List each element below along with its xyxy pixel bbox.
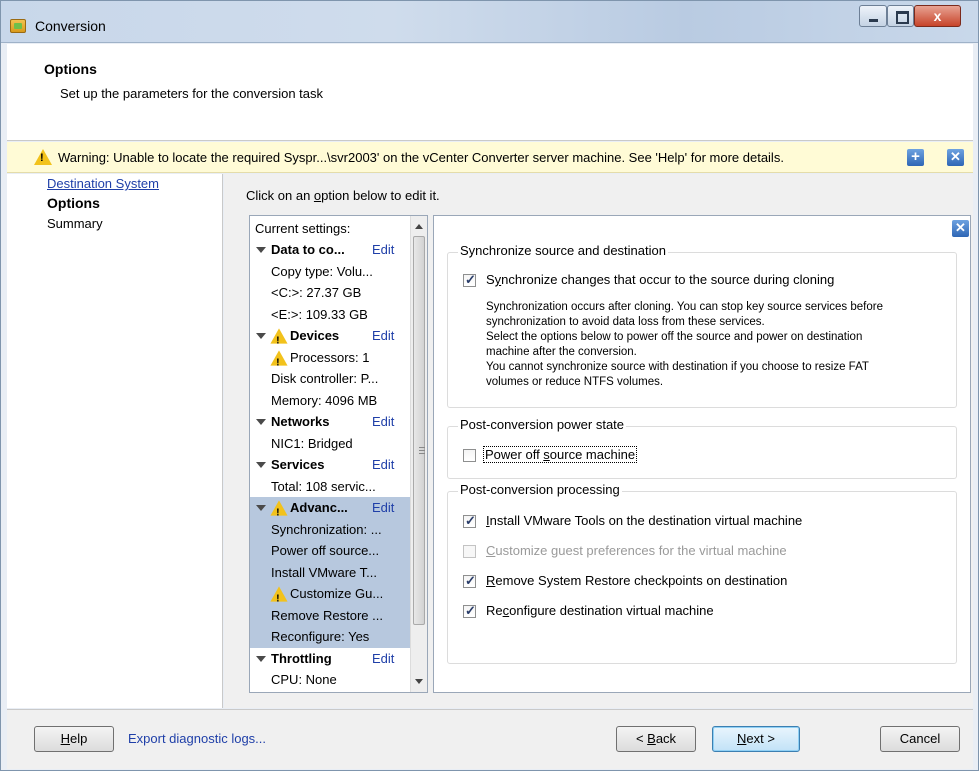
expand-arrow-icon [256, 505, 266, 511]
maximize-button[interactable] [887, 5, 914, 27]
sync-checkbox[interactable] [463, 272, 476, 288]
warning-icon [270, 349, 288, 373]
list-item[interactable]: Power off source... [250, 540, 410, 562]
power-group-title: Post-conversion power state [458, 417, 627, 432]
list-item[interactable]: CPU: None [250, 669, 410, 691]
next-button[interactable]: Next > [712, 726, 800, 752]
vertical-scrollbar[interactable] [410, 216, 427, 692]
reconfigure-label[interactable]: Reconfigure destination virtual machine [486, 603, 714, 618]
sync-checkbox-label[interactable]: Synchronize changes that occur to the so… [486, 272, 834, 287]
power-off-checkbox-label[interactable]: Power off source machine [482, 446, 638, 463]
power-state-group: Post-conversion power state Power off so… [447, 417, 957, 479]
list-item[interactable]: Memory: 4096 MB [250, 390, 410, 412]
warning-icon [34, 149, 52, 165]
tree-section-devices[interactable]: Devices Edit [250, 325, 410, 351]
sync-group: Synchronize source and destination Synch… [447, 243, 957, 408]
page-subtitle: Set up the parameters for the conversion… [60, 86, 324, 101]
warning-icon [270, 586, 288, 609]
list-item[interactable]: Copy type: Volu... [250, 261, 410, 283]
edit-link[interactable]: Edit [372, 648, 394, 669]
customize-guest-label[interactable]: Customize guest preferences for the virt… [486, 543, 787, 558]
close-panel-icon[interactable]: ✕ [952, 220, 969, 237]
processing-group: Post-conversion processing Install VMwar… [447, 482, 957, 664]
install-tools-label[interactable]: Install VMware Tools on the destination … [486, 513, 802, 528]
close-icon[interactable]: ✕ [947, 149, 964, 166]
scroll-thumb[interactable] [413, 236, 425, 625]
nav-item-summary[interactable]: Summary [47, 216, 103, 231]
expand-arrow-icon [256, 333, 266, 339]
sync-description: Synchronization occurs after cloning. Yo… [486, 301, 883, 388]
expand-arrow-icon [256, 247, 266, 253]
reconfigure-checkbox[interactable] [463, 603, 476, 619]
edit-link[interactable]: Edit [372, 325, 394, 346]
content-area: Click on an option below to edit it. Cur… [224, 174, 973, 708]
edit-link[interactable]: Edit [372, 239, 394, 260]
list-item[interactable]: Install VMware T... [250, 561, 410, 583]
title-bar[interactable]: Conversion x [1, 1, 978, 43]
scroll-down-icon[interactable] [415, 679, 423, 684]
page-title: Options [44, 61, 97, 77]
customize-guest-checkbox[interactable] [463, 545, 476, 558]
tree-section-throttling[interactable]: Throttling Edit [250, 648, 410, 670]
tree-section-data[interactable]: Data to co... Edit [250, 239, 410, 261]
help-button[interactable]: Help [34, 726, 114, 752]
list-item[interactable]: Processors: 1 [250, 347, 410, 373]
export-logs-link[interactable]: Export diagnostic logs... [128, 731, 266, 746]
nav-item-options[interactable]: Options [47, 195, 100, 211]
sync-group-title: Synchronize source and destination [458, 243, 668, 258]
footer-bar: Help Export diagnostic logs... < Back Ne… [7, 709, 973, 769]
edit-link[interactable]: Edit [372, 497, 394, 518]
nav-item-destination-system[interactable]: Destination System [47, 176, 159, 191]
list-item[interactable]: <E:>: 109.33 GB [250, 304, 410, 326]
list-item[interactable]: Disk controller: P... [250, 368, 410, 390]
list-item[interactable]: Remove Restore ... [250, 604, 410, 626]
list-item[interactable]: NIC1: Bridged [250, 433, 410, 455]
list-item[interactable]: Reconfigure: Yes [250, 626, 410, 648]
warning-icon [270, 500, 288, 523]
back-button[interactable]: < Back [616, 726, 696, 752]
tree-section-networks[interactable]: Networks Edit [250, 411, 410, 433]
instruction-text: Click on an option below to edit it. [246, 188, 440, 203]
tree-section-advanced[interactable]: Advanc... Edit [250, 497, 410, 523]
conversion-window: Conversion x Options Set up the paramete… [0, 0, 979, 771]
tree-section-services[interactable]: Services Edit [250, 454, 410, 476]
remove-restore-label[interactable]: Remove System Restore checkpoints on des… [486, 573, 787, 588]
options-panel: ✕ Synchronize source and destination Syn… [433, 215, 971, 693]
window-title: Conversion [35, 18, 106, 34]
warning-icon [270, 328, 288, 351]
plus-icon[interactable]: + [907, 149, 924, 166]
expand-arrow-icon [256, 462, 266, 468]
warning-bar: Warning: Unable to locate the required S… [7, 142, 973, 173]
settings-list[interactable]: Current settings: Data to co... Edit Cop… [249, 215, 428, 693]
cancel-button[interactable]: Cancel [880, 726, 960, 752]
page-header: Options Set up the parameters for the co… [7, 44, 973, 141]
edit-link[interactable]: Edit [372, 454, 394, 475]
remove-restore-checkbox[interactable] [463, 573, 476, 589]
list-header: Current settings: [255, 221, 351, 236]
list-item[interactable]: <C:>: 27.37 GB [250, 282, 410, 304]
list-item[interactable]: Total: 108 servic... [250, 476, 410, 498]
close-window-button[interactable]: x [914, 5, 961, 27]
expand-arrow-icon [256, 655, 266, 662]
install-tools-checkbox[interactable] [463, 513, 476, 529]
wizard-nav: Destination System Options Summary [7, 174, 223, 708]
app-icon [10, 19, 26, 33]
list-item[interactable]: Synchronization: ... [250, 518, 410, 540]
list-item[interactable]: Customize Gu... [250, 583, 410, 609]
edit-link[interactable]: Edit [372, 411, 394, 432]
power-off-checkbox[interactable] [463, 449, 476, 462]
scroll-up-icon[interactable] [415, 224, 423, 229]
processing-group-title: Post-conversion processing [458, 482, 622, 497]
expand-arrow-icon [256, 419, 266, 425]
minimize-button[interactable] [859, 5, 887, 27]
warning-text: Warning: Unable to locate the required S… [58, 150, 784, 165]
